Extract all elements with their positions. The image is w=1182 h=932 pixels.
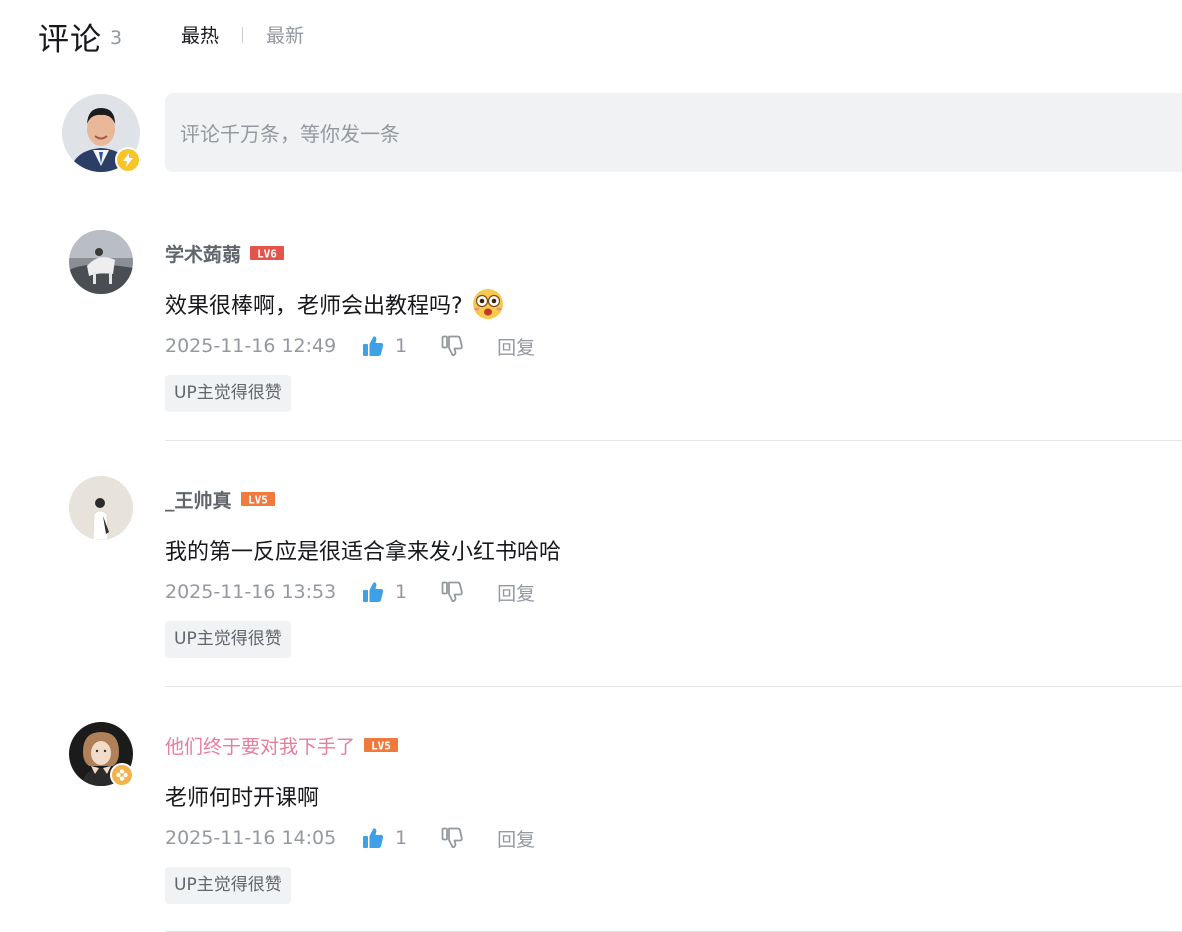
up-liked-tag: UP主觉得很赞	[165, 867, 291, 904]
comment-meta: 2025-11-16 14:05 1 回复	[165, 824, 1182, 852]
comment-divider	[165, 686, 1182, 687]
thumbs-up-icon	[363, 828, 384, 848]
up-liked-tag: UP主觉得很赞	[165, 621, 291, 658]
username[interactable]: 他们终于要对我下手了	[165, 732, 355, 759]
like-button[interactable]: 1	[361, 580, 407, 604]
commenter-avatar[interactable]	[69, 476, 133, 540]
comment-text: 效果很棒啊，老师会出教程吗?	[165, 294, 463, 319]
level-5-icon: LV5	[364, 738, 399, 753]
username-row: 他们终于要对我下手了 LV5	[165, 732, 1182, 758]
sort-divider	[242, 26, 244, 43]
comment-text-row: 效果很棒啊，老师会出教程吗?	[165, 288, 1182, 320]
comment-text-row: 老师何时开课啊	[165, 780, 1182, 812]
commenter-avatar[interactable]	[69, 722, 134, 787]
comment-time: 2025-11-16 12:49	[165, 335, 337, 357]
like-count: 1	[395, 335, 408, 357]
comments-header: 评论 3	[38, 14, 122, 58]
reply-button[interactable]: 回复	[497, 579, 535, 606]
level-label: LV6	[257, 248, 277, 261]
comment-text: 老师何时开课啊	[165, 786, 320, 811]
comment-input[interactable]: 评论千万条，等你发一条	[165, 93, 1182, 172]
level-5-icon: LV5	[240, 492, 275, 507]
up-liked-tag: UP主觉得很赞	[165, 375, 291, 412]
like-count: 1	[395, 581, 408, 603]
thumbs-up-icon	[363, 336, 384, 356]
comment-body: 他们终于要对我下手了 LV5 老师何时开课啊 2025-11-16 14:05 …	[165, 732, 1182, 904]
thumbs-down-icon	[441, 827, 463, 848]
lightning-badge	[115, 147, 141, 173]
comment-body: 学术蒟蒻 LV6 效果很棒啊，老师会出教程吗? 2025-11-16 12:49	[165, 240, 1182, 412]
comment-time: 2025-11-16 14:05	[165, 827, 337, 849]
lightning-icon	[123, 153, 133, 167]
username-row: _王帅真 LV5	[165, 486, 1182, 512]
comments-title: 评论	[38, 21, 102, 58]
like-count: 1	[395, 827, 408, 849]
comment-text: 我的第一反应是很适合拿来发小红书哈哈	[165, 540, 562, 565]
vip-badge	[110, 763, 134, 787]
comments-count: 3	[110, 27, 123, 49]
sort-hot-tab[interactable]: 最热	[181, 21, 219, 48]
username-row: 学术蒟蒻 LV6	[165, 240, 1182, 266]
comment-divider	[165, 440, 1182, 441]
thumbs-up-icon	[363, 582, 384, 602]
level-label: LV5	[248, 494, 268, 507]
avatar-image	[69, 476, 133, 540]
comment-text-row: 我的第一反应是很适合拿来发小红书哈哈	[165, 534, 1182, 566]
comment-input-placeholder: 评论千万条，等你发一条	[180, 122, 400, 146]
reply-button[interactable]: 回复	[497, 825, 535, 852]
username[interactable]: _王帅真	[165, 486, 232, 513]
like-button[interactable]: 1	[361, 334, 407, 358]
dislike-button[interactable]	[440, 580, 464, 604]
thumbs-down-icon	[441, 581, 463, 602]
surprised-face-icon	[472, 289, 503, 319]
like-button[interactable]: 1	[361, 826, 407, 850]
comment-meta: 2025-11-16 13:53 1 回复	[165, 578, 1182, 606]
level-6-icon: LV6	[250, 246, 285, 261]
comment-body: _王帅真 LV5 我的第一反应是很适合拿来发小红书哈哈 2025-11-16 1…	[165, 486, 1182, 658]
comment-meta: 2025-11-16 12:49 1 回复	[165, 332, 1182, 360]
level-label: LV5	[371, 740, 391, 753]
commenter-avatar[interactable]	[69, 230, 133, 294]
flower-icon	[116, 769, 128, 781]
comment-time: 2025-11-16 13:53	[165, 581, 337, 603]
thumbs-down-icon	[441, 335, 463, 356]
username[interactable]: 学术蒟蒻	[165, 240, 241, 267]
avatar-image	[69, 230, 133, 294]
dislike-button[interactable]	[440, 826, 464, 850]
current-user-avatar[interactable]	[62, 94, 141, 173]
sort-switch: 最热 最新	[181, 21, 304, 48]
reply-button[interactable]: 回复	[497, 333, 535, 360]
dislike-button[interactable]	[440, 334, 464, 358]
sort-new-tab[interactable]: 最新	[266, 21, 304, 48]
